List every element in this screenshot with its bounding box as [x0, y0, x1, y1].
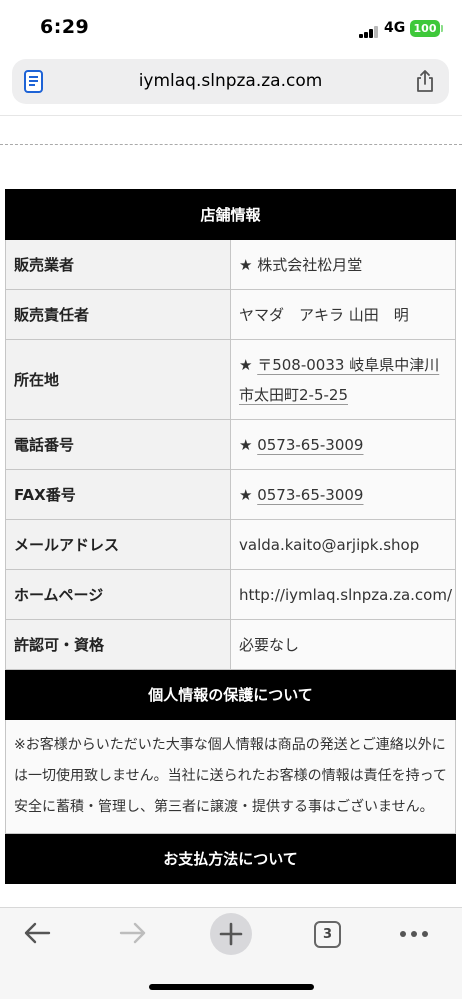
- shop-info-header: 店舗情報: [5, 189, 456, 240]
- fax-link[interactable]: 0573-65-3009: [257, 486, 363, 504]
- status-bar: 6:29 4G 100: [0, 0, 462, 50]
- table-row: 販売責任者 ヤマダ アキラ 山田 明: [5, 289, 456, 340]
- status-time: 6:29: [40, 16, 90, 38]
- phone-cell: ★ 0573-65-3009: [230, 419, 456, 470]
- share-icon[interactable]: [414, 69, 436, 93]
- payment-header: お支払方法について: [5, 833, 456, 884]
- license-value: 必要なし: [230, 619, 456, 670]
- table-row: 販売業者 ★ 株式会社松月堂: [5, 239, 456, 290]
- shop-info-table: 店舗情報 販売業者 ★ 株式会社松月堂 販売責任者 ヤマダ アキラ 山田 明 所…: [5, 189, 456, 884]
- phone-label: 電話番号: [5, 419, 231, 470]
- homepage-label: ホームページ: [5, 569, 231, 620]
- address-cell: ★ 〒508-0033 岐阜県中津川市太田町2-5-25: [230, 339, 456, 420]
- table-row: 電話番号 ★ 0573-65-3009: [5, 419, 456, 470]
- more-options-icon[interactable]: [399, 930, 429, 938]
- table-row: 所在地 ★ 〒508-0033 岐阜県中津川市太田町2-5-25: [5, 339, 456, 420]
- dashed-divider: [0, 144, 462, 145]
- network-type: 4G: [384, 20, 406, 36]
- table-row: メールアドレス valda.kaito@arjipk.shop: [5, 519, 456, 570]
- email-label: メールアドレス: [5, 519, 231, 570]
- homepage-link[interactable]: http://iymlaq.slnpza.za.com/: [230, 569, 456, 620]
- star-mark: ★: [239, 355, 258, 374]
- table-row: ホームページ http://iymlaq.slnpza.za.com/: [5, 569, 456, 620]
- manager-label: 販売責任者: [5, 289, 231, 340]
- star-mark: ★: [239, 435, 258, 454]
- table-row: 許認可・資格 必要なし: [5, 619, 456, 670]
- address-label: 所在地: [5, 339, 231, 420]
- address-bar[interactable]: iymlaq.slnpza.za.com: [12, 59, 449, 104]
- seller-label: 販売業者: [5, 239, 231, 290]
- manager-value: ヤマダ アキラ 山田 明: [230, 289, 456, 340]
- tab-switcher-button[interactable]: 3: [314, 921, 341, 948]
- email-link[interactable]: valda.kaito@arjipk.shop: [230, 519, 456, 570]
- url-text[interactable]: iymlaq.slnpza.za.com: [12, 71, 449, 91]
- phone-link[interactable]: 0573-65-3009: [257, 436, 363, 454]
- back-arrow-icon[interactable]: [22, 920, 52, 946]
- cellular-signal-icon: [359, 26, 379, 38]
- star-mark: ★: [239, 485, 258, 504]
- new-tab-button[interactable]: [210, 913, 252, 955]
- divider: [0, 115, 462, 116]
- fax-label: FAX番号: [5, 469, 231, 520]
- fax-cell: ★ 0573-65-3009: [230, 469, 456, 520]
- battery-icon: 100: [410, 20, 443, 37]
- address-link[interactable]: 〒508-0033 岐阜県中津川市太田町2-5-25: [239, 356, 439, 404]
- forward-arrow-icon[interactable]: [118, 920, 148, 946]
- home-indicator: [149, 984, 314, 990]
- privacy-header: 個人情報の保護について: [5, 669, 456, 720]
- plus-icon: [219, 922, 243, 946]
- table-row: FAX番号 ★ 0573-65-3009: [5, 469, 456, 520]
- privacy-text: ※お客様からいただいた大事な個人情報は商品の発送とご連絡以外には一切使用致しませ…: [5, 719, 456, 834]
- license-label: 許認可・資格: [5, 619, 231, 670]
- seller-value: ★ 株式会社松月堂: [230, 239, 456, 290]
